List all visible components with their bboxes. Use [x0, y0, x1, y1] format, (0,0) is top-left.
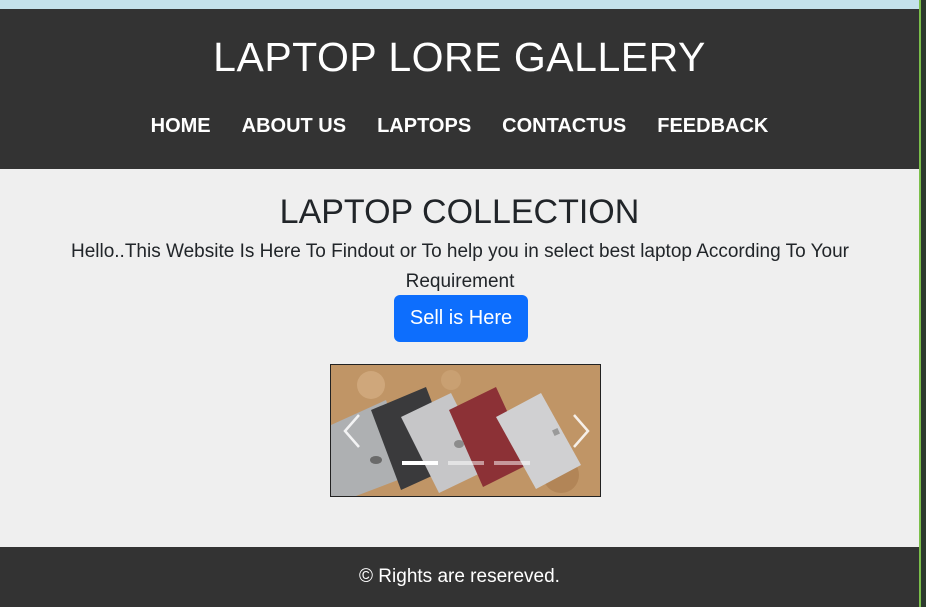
nav-about-us[interactable]: ABOUT US	[242, 115, 346, 138]
main-nav: HOME ABOUT US LAPTOPS CONTACTUS FEEDBACK	[0, 115, 919, 138]
site-header: LAPTOP LORE GALLERY HOME ABOUT US LAPTOP…	[0, 9, 919, 169]
top-strip	[0, 0, 926, 9]
carousel-indicators	[402, 461, 530, 465]
nav-feedback[interactable]: FEEDBACK	[657, 115, 768, 138]
intro-text: Hello..This Website Is Here To Findout o…	[70, 241, 850, 292]
site-footer: © Rights are resereved.	[0, 547, 919, 607]
nav-laptops[interactable]: LAPTOPS	[377, 115, 471, 138]
nav-contact-us[interactable]: CONTACTUS	[502, 115, 626, 138]
nav-home[interactable]: HOME	[151, 115, 211, 138]
main-content: LAPTOP COLLECTION Hello..This Website Is…	[0, 169, 919, 547]
collection-heading: LAPTOP COLLECTION	[279, 193, 640, 231]
window-right-edge	[919, 0, 926, 607]
site-title: LAPTOP LORE GALLERY	[213, 34, 706, 80]
laptop-carousel[interactable]	[330, 364, 601, 497]
carousel-indicator[interactable]	[494, 461, 530, 465]
footer-copyright: © Rights are resereved.	[359, 566, 560, 587]
carousel-next-icon[interactable]	[570, 413, 592, 449]
carousel-prev-icon[interactable]	[341, 413, 363, 449]
laptop-slide-image	[331, 365, 600, 496]
carousel-indicator[interactable]	[448, 461, 484, 465]
sell-button[interactable]: Sell is Here	[394, 295, 528, 342]
carousel-indicator[interactable]	[402, 461, 438, 465]
